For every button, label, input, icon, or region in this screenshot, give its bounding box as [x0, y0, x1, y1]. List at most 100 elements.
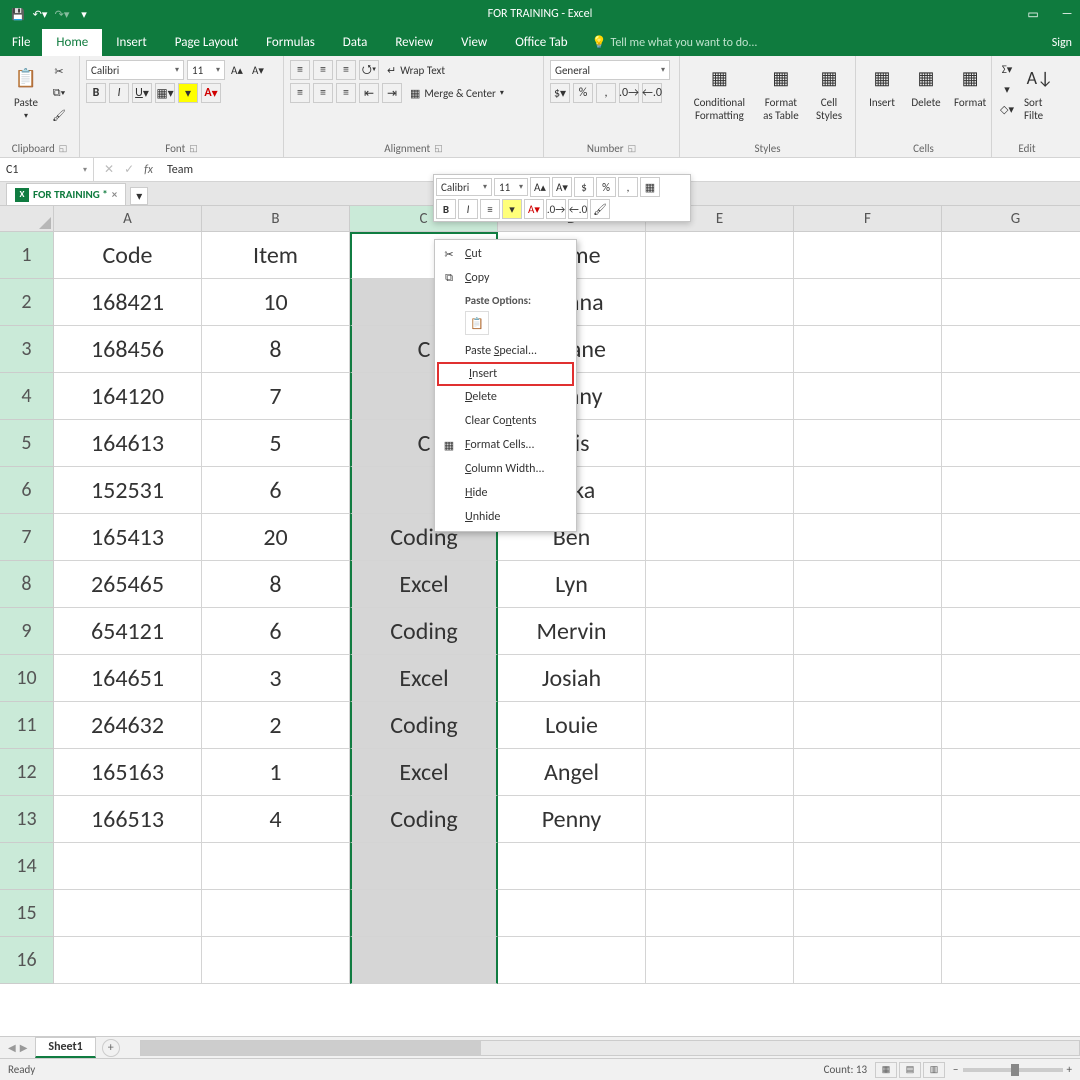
cell-styles-button[interactable]: ▦Cell Styles [809, 60, 849, 124]
select-all-corner[interactable] [0, 206, 54, 232]
ctx-unhide[interactable]: Unhide [435, 505, 576, 529]
row-header-4[interactable]: 4 [0, 373, 54, 420]
mini-border-icon[interactable]: ▦ [640, 177, 660, 197]
cell-E6[interactable] [646, 467, 794, 514]
row-header-14[interactable]: 14 [0, 843, 54, 890]
cancel-formula-icon[interactable]: ✕ [104, 162, 114, 177]
grow-font-icon[interactable]: A▴ [228, 61, 246, 79]
cell-C12[interactable]: Excel [350, 749, 498, 796]
percent-icon[interactable]: % [573, 83, 593, 103]
bold-button[interactable]: B [86, 83, 106, 103]
ctx-cut[interactable]: ✂Cut [435, 242, 576, 266]
cell-D8[interactable]: Lyn [498, 561, 646, 608]
save-icon[interactable]: 💾 [10, 6, 26, 22]
row-header-12[interactable]: 12 [0, 749, 54, 796]
cell-B13[interactable]: 4 [202, 796, 350, 843]
cell-E2[interactable] [646, 279, 794, 326]
mini-grow-font-icon[interactable]: A▴ [530, 177, 550, 197]
cell-G6[interactable] [942, 467, 1080, 514]
tab-data[interactable]: Data [329, 29, 382, 56]
cell-F4[interactable] [794, 373, 942, 420]
cell-A6[interactable]: 152531 [54, 467, 202, 514]
tab-insert[interactable]: Insert [102, 29, 161, 56]
cell-A5[interactable]: 164613 [54, 420, 202, 467]
cell-A13[interactable]: 166513 [54, 796, 202, 843]
cell-D10[interactable]: Josiah [498, 655, 646, 702]
row-header-6[interactable]: 6 [0, 467, 54, 514]
tab-home[interactable]: Home [42, 29, 102, 56]
ctx-delete[interactable]: Delete [435, 385, 576, 409]
cell-E15[interactable] [646, 890, 794, 937]
mini-shrink-font-icon[interactable]: A▾ [552, 177, 572, 197]
autosum-icon[interactable]: Σ▾ [998, 60, 1016, 78]
undo-icon[interactable]: ↶▾ [32, 6, 48, 22]
row-header-2[interactable]: 2 [0, 279, 54, 326]
align-top-icon[interactable]: ≡ [290, 60, 310, 80]
cell-B14[interactable] [202, 843, 350, 890]
row-header-10[interactable]: 10 [0, 655, 54, 702]
clipboard-launcher-icon[interactable]: ◱ [59, 143, 68, 154]
redo-icon[interactable]: ↷▾ [54, 6, 70, 22]
normal-view-icon[interactable]: ▦ [875, 1062, 897, 1078]
cell-G9[interactable] [942, 608, 1080, 655]
cell-E7[interactable] [646, 514, 794, 561]
cell-B3[interactable]: 8 [202, 326, 350, 373]
row-header-3[interactable]: 3 [0, 326, 54, 373]
cell-C9[interactable]: Coding [350, 608, 498, 655]
qat-customize-icon[interactable]: ▾ [76, 6, 92, 22]
alignment-launcher-icon[interactable]: ◱ [434, 143, 443, 154]
cell-C10[interactable]: Excel [350, 655, 498, 702]
cell-G2[interactable] [942, 279, 1080, 326]
cell-F2[interactable] [794, 279, 942, 326]
cell-B6[interactable]: 6 [202, 467, 350, 514]
column-header-B[interactable]: B [202, 206, 350, 232]
cell-B9[interactable]: 6 [202, 608, 350, 655]
insert-cells-button[interactable]: ▦Insert [862, 60, 902, 111]
mini-format-painter-icon[interactable]: 🖌 [590, 199, 610, 219]
mini-size-combo[interactable]: 11▾ [494, 178, 528, 196]
number-format-combo[interactable]: General▾ [550, 60, 670, 80]
ctx-column-width[interactable]: Column Width... [435, 457, 576, 481]
shrink-font-icon[interactable]: A▾ [249, 61, 267, 79]
cell-A8[interactable]: 265465 [54, 561, 202, 608]
merge-center-button[interactable]: ▦Merge & Center▾ [405, 83, 509, 103]
mini-fill-icon[interactable]: ▾ [502, 199, 522, 219]
align-right-icon[interactable]: ≡ [336, 83, 356, 103]
mini-italic-icon[interactable]: I [458, 199, 478, 219]
cell-F3[interactable] [794, 326, 942, 373]
cell-G7[interactable] [942, 514, 1080, 561]
cell-B8[interactable]: 8 [202, 561, 350, 608]
decrease-decimal-icon[interactable]: ←.0 [642, 83, 662, 103]
indent-increase-icon[interactable]: ⇥ [382, 83, 402, 103]
cell-B12[interactable]: 1 [202, 749, 350, 796]
cell-G5[interactable] [942, 420, 1080, 467]
cell-F7[interactable] [794, 514, 942, 561]
tab-file[interactable]: File [0, 29, 42, 56]
comma-icon[interactable]: , [596, 83, 616, 103]
ctx-format-cells[interactable]: ▦Format Cells... [435, 433, 576, 457]
cell-G16[interactable] [942, 937, 1080, 984]
increase-decimal-icon[interactable]: .0→ [619, 83, 639, 103]
cell-B5[interactable]: 5 [202, 420, 350, 467]
align-left-icon[interactable]: ≡ [290, 83, 310, 103]
align-middle-icon[interactable]: ≡ [313, 60, 333, 80]
fill-icon[interactable]: ▾ [998, 80, 1016, 98]
cell-E4[interactable] [646, 373, 794, 420]
horizontal-scrollbar[interactable] [140, 1040, 1080, 1056]
row-header-8[interactable]: 8 [0, 561, 54, 608]
row-header-11[interactable]: 11 [0, 702, 54, 749]
signin-link[interactable]: Sign [1044, 30, 1080, 56]
cell-E13[interactable] [646, 796, 794, 843]
format-cells-button[interactable]: ▦Format [950, 60, 990, 111]
align-center-icon[interactable]: ≡ [313, 83, 333, 103]
cell-A16[interactable] [54, 937, 202, 984]
cell-A12[interactable]: 165163 [54, 749, 202, 796]
cell-E11[interactable] [646, 702, 794, 749]
sheet-nav-next-icon[interactable]: ▶ [20, 1041, 28, 1054]
cell-E12[interactable] [646, 749, 794, 796]
cell-E3[interactable] [646, 326, 794, 373]
copy-icon[interactable]: ⧉▾ [50, 84, 68, 102]
ctx-paste-special[interactable]: Paste Special... [435, 339, 576, 363]
mini-percent-icon[interactable]: % [596, 177, 616, 197]
zoom-out-icon[interactable]: − [953, 1063, 958, 1076]
